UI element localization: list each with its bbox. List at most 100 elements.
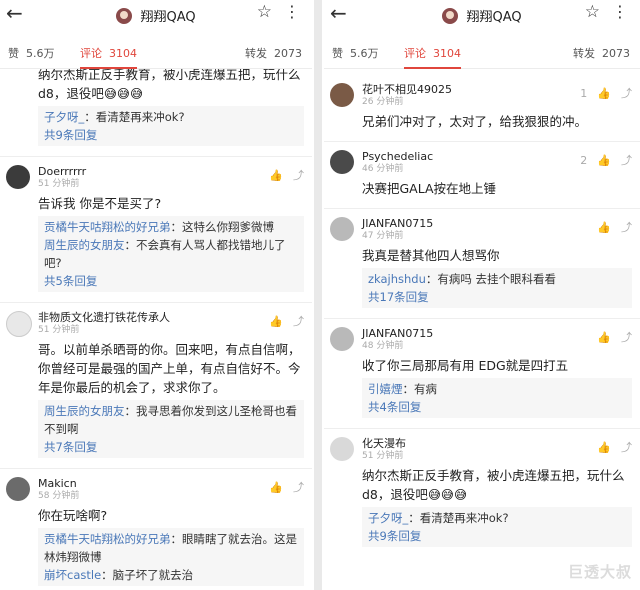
divider [324, 318, 640, 319]
comment-text: 哥。以前单杀晒哥的你。回来吧，有点自信啊，你曾经可是最强的国产上单，有点自信好不… [38, 342, 301, 395]
like-icon[interactable]: 👍 [597, 154, 611, 167]
reply-box[interactable]: 周生辰的女朋友：我寻思着你发到这儿圣枪哥也看不到啊 共7条回复 [38, 400, 304, 458]
comment-actions: 1 👍 ⤴ [570, 85, 632, 101]
reply-user[interactable]: 贡橘牛天咕翔松的好兄弟 [44, 220, 171, 234]
divider [0, 302, 312, 303]
page-title: 翔翔QAQ [466, 10, 522, 25]
comment-text: 纳尔杰斯正反手教育，被小虎连爆五把，玩什么d8，退役吧😅😅😅 [362, 468, 625, 502]
view-replies-link[interactable]: 共5条回复 [44, 272, 298, 290]
like-stat[interactable]: 赞 5.6万 [332, 45, 379, 61]
comment-item: Makicn 58 分钟前 👍 ⤴ 你在玩啥啊? 贡橘牛天咕翔松的好兄弟：眼睛瞎了… [0, 477, 312, 586]
view-replies-link[interactable]: 共4条回复 [368, 398, 626, 416]
panel-divider [314, 0, 322, 590]
stats-bar: 赞 5.6万 评论 3104 转发 2073 [324, 30, 640, 69]
like-stat[interactable]: 赞 5.6万 [8, 45, 55, 61]
share-icon[interactable]: ⤴ [293, 481, 304, 494]
share-icon[interactable]: ⤴ [621, 441, 632, 454]
reply-user[interactable]: 崩坏castle [44, 568, 101, 582]
comment-item: JIANFAN0715 47 分钟前 👍 ⤴ 我真是替其他四人想骂你 zkajhs… [324, 217, 640, 308]
stats-bar: 赞 5.6万 评论 3104 转发 2073 [0, 30, 312, 69]
comment-fragment: 纳尔杰斯正反手教育，被小虎连爆五把，玩什么d8，退役吧😅😅😅 子夕呀_：看清楚再… [0, 69, 312, 146]
share-icon[interactable]: ⤴ [293, 169, 304, 182]
divider [0, 468, 312, 469]
like-icon[interactable]: 👍 [597, 221, 611, 234]
top-bar: ← 翔翔QAQ ☆ ⋮ [0, 0, 312, 30]
right-screenshot: ← 翔翔QAQ ☆ ⋮ 赞 5.6万 评论 3104 转发 2073 花叶不相见… [324, 0, 640, 590]
comment-item: Psychedeliac 46 分钟前 2 👍 ⤴ 决赛把GALA按在地上锤 [324, 150, 640, 198]
view-replies-link[interactable]: 共17条回复 [368, 288, 626, 306]
tab-comments[interactable]: 评论 3104 [80, 45, 137, 69]
share-icon[interactable]: ⤴ [621, 154, 632, 167]
reply-text: ：这特么你翔爹微博 [170, 220, 275, 234]
divider [0, 156, 312, 157]
avatar[interactable] [116, 8, 133, 24]
reply-text: ：看清楚再来冲ok? [408, 511, 509, 525]
comment-actions: 👍 ⤴ [259, 313, 304, 329]
star-icon[interactable]: ☆ [585, 2, 600, 22]
like-count: 2 [580, 154, 588, 167]
share-icon[interactable]: ⤴ [293, 315, 304, 328]
view-replies-link[interactable]: 共9条回复 [368, 527, 626, 545]
star-icon[interactable]: ☆ [257, 2, 272, 22]
share-icon[interactable]: ⤴ [621, 87, 632, 100]
like-icon[interactable]: 👍 [269, 169, 283, 182]
comment-item: 花叶不相见49025 26 分钟前 1 👍 ⤴ 兄弟们冲对了，太对了，给我狠狠的冲。 [324, 83, 640, 131]
comment-actions: 👍 ⤴ [587, 439, 632, 455]
comment-actions: 2 👍 ⤴ [570, 152, 632, 168]
left-screenshot: ← 翔翔QAQ ☆ ⋮ 赞 5.6万 评论 3104 转发 2073 纳尔杰斯正… [0, 0, 312, 590]
reply-user[interactable]: zkajhshdu [368, 272, 426, 286]
page-title: 翔翔QAQ [140, 10, 196, 25]
avatar[interactable] [6, 477, 30, 501]
avatar[interactable] [442, 8, 459, 24]
reply-box[interactable]: zkajhshdu：有病吗 去挂个眼科看看 共17条回复 [362, 268, 632, 308]
comment-feed[interactable]: 纳尔杰斯正反手教育，被小虎连爆五把，玩什么d8，退役吧😅😅😅 子夕呀_：看清楚再… [0, 69, 312, 590]
comment-actions: 👍 ⤴ [259, 479, 304, 495]
comment-text: 决赛把GALA按在地上锤 [362, 181, 497, 196]
more-icon[interactable]: ⋮ [284, 2, 300, 21]
reply-user[interactable]: 贡橘牛天咕翔松的好兄弟 [44, 532, 171, 546]
reply-user[interactable]: 周生辰的女朋友 [44, 404, 125, 418]
comment-text: 我真是替其他四人想骂你 [362, 248, 500, 263]
tab-comments[interactable]: 评论 3104 [404, 45, 461, 69]
avatar[interactable] [330, 327, 354, 351]
avatar[interactable] [330, 217, 354, 241]
reply-box[interactable]: 贡橘牛天咕翔松的好兄弟：这特么你翔爹微博 周生辰的女朋友：不会真有人骂人都找错地… [38, 216, 304, 292]
reply-box[interactable]: 引嬉煙：有病 共4条回复 [362, 378, 632, 418]
reply-box[interactable]: 子夕呀_：看清楚再来冲ok? 共9条回复 [362, 507, 632, 547]
share-icon[interactable]: ⤴ [621, 331, 632, 344]
avatar[interactable] [6, 165, 30, 189]
divider [324, 208, 640, 209]
like-icon[interactable]: 👍 [269, 315, 283, 328]
reply-user[interactable]: 周生辰的女朋友 [44, 238, 125, 252]
repost-stat[interactable]: 转发 2073 [245, 45, 302, 61]
comment-item: 非物质文化遗打铁花传承人 51 分钟前 👍 ⤴ 哥。以前单杀晒哥的你。回来吧，有点… [0, 311, 312, 458]
avatar[interactable] [330, 437, 354, 461]
view-replies-link[interactable]: 共9条回复 [44, 126, 298, 144]
reply-box[interactable]: 子夕呀_：看清楚再来冲ok? 共9条回复 [38, 106, 304, 146]
like-icon[interactable]: 👍 [597, 331, 611, 344]
comment-actions: 👍 ⤴ [259, 167, 304, 183]
reply-user[interactable]: 引嬉煙 [368, 382, 403, 396]
reply-user[interactable]: 子夕呀_ [44, 110, 84, 124]
avatar[interactable] [330, 150, 354, 174]
comment-feed[interactable]: 花叶不相见49025 26 分钟前 1 👍 ⤴ 兄弟们冲对了，太对了，给我狠狠的冲。… [324, 69, 640, 590]
avatar[interactable] [330, 83, 354, 107]
reply-text: ：有病 [402, 382, 438, 396]
like-count: 1 [580, 87, 588, 100]
view-replies-link[interactable]: 共7条回复 [44, 438, 298, 456]
repost-stat[interactable]: 转发 2073 [573, 45, 630, 61]
reply-text: ：有病吗 去挂个眼科看看 [425, 272, 557, 286]
comment-item: Doerrrrrr 51 分钟前 👍 ⤴ 告诉我 你是不是买了? 贡橘牛天咕翔松的… [0, 165, 312, 292]
like-icon[interactable]: 👍 [597, 87, 611, 100]
comment-item: 化天漫布 51 分钟前 👍 ⤴ 纳尔杰斯正反手教育，被小虎连爆五把，玩什么d8，退… [324, 437, 640, 547]
avatar[interactable] [6, 311, 32, 337]
reply-user[interactable]: 子夕呀_ [368, 511, 408, 525]
more-icon[interactable]: ⋮ [612, 2, 628, 21]
share-icon[interactable]: ⤴ [621, 221, 632, 234]
top-bar: ← 翔翔QAQ ☆ ⋮ [324, 0, 640, 30]
like-icon[interactable]: 👍 [269, 481, 283, 494]
like-icon[interactable]: 👍 [597, 441, 611, 454]
comment-actions: 👍 ⤴ [587, 219, 632, 235]
comment-text: 你在玩啥啊? [38, 508, 108, 523]
reply-box[interactable]: 贡橘牛天咕翔松的好兄弟：眼睛瞎了就去治。这是林炜翔微博 崩坏castle：脑子坏… [38, 528, 304, 586]
